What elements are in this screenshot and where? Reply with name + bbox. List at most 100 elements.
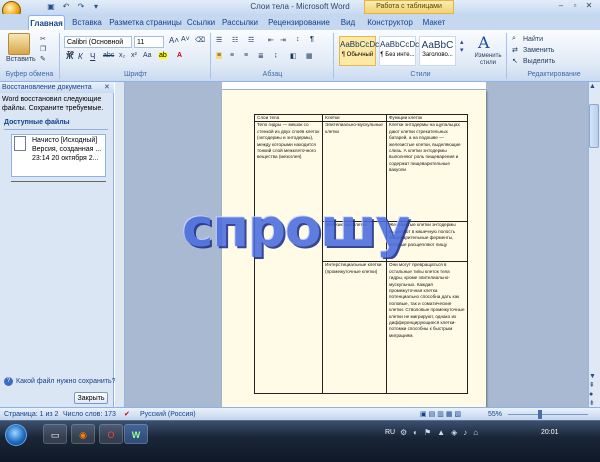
- scrollbar-thumb[interactable]: [589, 104, 599, 148]
- table-header-cell[interactable]: Функции клеток: [386, 113, 468, 123]
- replace-button[interactable]: Заменить: [523, 47, 554, 54]
- select-button[interactable]: Выделить: [523, 58, 555, 65]
- scroll-nav-icons[interactable]: ▼ ⇞ ● ⇟: [589, 372, 596, 408]
- multilevel-list-icon[interactable]: ☲: [248, 36, 254, 44]
- undo-icon[interactable]: ↶: [60, 1, 72, 12]
- grow-font-icon[interactable]: A˄: [169, 36, 179, 45]
- save-icon[interactable]: ▣: [45, 1, 57, 12]
- superscript-icon[interactable]: x²: [131, 52, 137, 59]
- cut-icon[interactable]: ✂: [40, 35, 46, 43]
- bold-icon[interactable]: Ж: [66, 52, 73, 61]
- help-link[interactable]: Какой файл нужно сохранить?: [16, 378, 115, 385]
- style-no-spacing-name: ¶ Без инте...: [380, 52, 415, 58]
- start-button[interactable]: [5, 424, 27, 446]
- line-spacing-icon[interactable]: ↨: [274, 52, 278, 59]
- justify-icon[interactable]: ≣: [258, 52, 264, 60]
- replace-icon[interactable]: ⇄: [512, 46, 518, 54]
- file-underline: [11, 181, 106, 182]
- recovery-close-button[interactable]: Закрыть: [74, 392, 108, 404]
- borders-icon[interactable]: ▦: [306, 52, 313, 60]
- tab-review[interactable]: Рецензирование: [263, 15, 335, 30]
- italic-icon[interactable]: К: [78, 52, 83, 61]
- files-divider: [4, 129, 108, 130]
- table-header-cell[interactable]: Клетки: [322, 113, 388, 123]
- align-center-icon[interactable]: ≡: [230, 52, 234, 59]
- shrink-font-icon[interactable]: A˅: [181, 36, 190, 43]
- taskbar-firefox-icon[interactable]: ◉: [71, 424, 95, 444]
- qat-dropdown-icon[interactable]: ▾: [90, 1, 102, 12]
- context-tab-label: Работа с таблицами: [364, 0, 454, 14]
- align-right-icon[interactable]: ≡: [244, 52, 248, 59]
- font-name-box[interactable]: Calibri (Основной те: [64, 36, 132, 57]
- status-bar: Страница: 1 из 2 Число слов: 173 ✔ Русск…: [0, 407, 600, 420]
- paragraph-group: ☰ ☷ ☲ ⇤ ⇥ ↕ ¶ ≡ ≡ ≡ ≣ ↨ ◧ ▦ Абзац: [212, 33, 334, 79]
- table-cell[interactable]: Они могут превращаться в остальные типы …: [386, 261, 468, 395]
- style-normal[interactable]: AaBbCcDc ¶ Обычный: [339, 36, 379, 66]
- scroll-up-icon[interactable]: ▲: [589, 83, 596, 90]
- redo-icon[interactable]: ↷: [75, 1, 87, 12]
- find-button[interactable]: Найти: [523, 36, 543, 43]
- copy-icon[interactable]: ❐: [40, 45, 46, 53]
- strikethrough-icon[interactable]: abc: [103, 52, 114, 59]
- close-window-button[interactable]: ✕: [583, 1, 595, 11]
- tab-insert[interactable]: Вставка: [68, 15, 106, 30]
- tab-home[interactable]: Главная: [28, 15, 65, 30]
- zoom-slider[interactable]: [508, 414, 588, 415]
- align-left-icon[interactable]: ≡: [216, 52, 223, 59]
- recovery-pane-title: Восстановление документа: [0, 82, 114, 93]
- minimize-button[interactable]: –: [555, 1, 567, 11]
- recovery-pane-close-icon[interactable]: ✕: [104, 83, 110, 91]
- underline-icon[interactable]: Ч: [90, 52, 95, 61]
- table-cell[interactable]: Интерстициальные клетки (промежуточные к…: [322, 261, 388, 395]
- subscript-icon[interactable]: x₂: [119, 52, 125, 59]
- decrease-indent-icon[interactable]: ⇤: [268, 36, 274, 44]
- zoom-slider-thumb[interactable]: [538, 410, 542, 419]
- increase-indent-icon[interactable]: ⇥: [280, 36, 286, 44]
- bullets-icon[interactable]: ☰: [216, 36, 222, 44]
- show-marks-icon[interactable]: ¶: [310, 36, 314, 43]
- taskbar-opera-icon[interactable]: O: [99, 424, 123, 444]
- horizontal-ruler: [222, 82, 486, 90]
- tab-layout[interactable]: Макет: [418, 15, 450, 30]
- font-size-box[interactable]: 11: [134, 36, 164, 48]
- style-heading[interactable]: AaBbC Заголово...: [419, 36, 456, 66]
- paste-icon[interactable]: [8, 33, 30, 55]
- taskbar-word-icon[interactable]: W: [124, 424, 148, 444]
- change-styles-icon[interactable]: A: [478, 33, 490, 52]
- word-document-icon: [14, 136, 26, 151]
- tab-references[interactable]: Ссылки: [185, 15, 217, 30]
- find-icon[interactable]: ⌕: [512, 35, 516, 43]
- maximize-button[interactable]: ▫: [569, 1, 581, 11]
- change-styles-button[interactable]: Изменить стили: [470, 53, 506, 67]
- clipboard-group-label: Буфер обмена: [5, 71, 54, 78]
- clipboard-group: Вставить ✂ ❐ ✎ Буфер обмена: [0, 33, 60, 79]
- shading-icon[interactable]: ◧: [290, 52, 297, 60]
- input-language[interactable]: RU: [385, 429, 395, 436]
- recovery-message: Word восстановил следующие файлы. Сохран…: [2, 96, 104, 112]
- quick-access-toolbar: ▣ ↶ ↷ ▾: [22, 1, 102, 13]
- change-case-icon[interactable]: Aa: [143, 52, 152, 59]
- paste-button[interactable]: Вставить: [6, 56, 36, 63]
- tab-mailings[interactable]: Рассылки: [219, 15, 261, 30]
- table-header-cell[interactable]: Слои тела: [253, 113, 324, 123]
- font-color-icon[interactable]: A: [177, 52, 182, 59]
- clear-format-icon[interactable]: ⌫: [195, 36, 205, 44]
- select-icon[interactable]: ↖: [512, 57, 518, 65]
- sort-icon[interactable]: ↕: [296, 36, 300, 43]
- font-group: Calibri (Основной те 11 A˄ A˅ ⌫ Ж К Ч ab…: [61, 33, 211, 79]
- tray-icons[interactable]: ⚙◐⚑▲◈♪⌂: [400, 428, 484, 437]
- taskbar-explorer-icon[interactable]: ▭: [43, 424, 67, 444]
- tab-page-layout[interactable]: Разметка страницы: [108, 15, 183, 30]
- styles-scroll-icon[interactable]: ▴ ▾: [460, 38, 464, 54]
- highlight-icon[interactable]: ab: [159, 52, 167, 59]
- watermark-logo: спрошу: [182, 198, 410, 259]
- styles-group-label: Стили: [410, 71, 431, 78]
- tab-design[interactable]: Конструктор: [365, 15, 415, 30]
- style-no-spacing[interactable]: AaBbCcDc ¶ Без инте...: [379, 36, 420, 66]
- tab-view[interactable]: Вид: [337, 15, 359, 30]
- file-name: Начисто [Исходный]: [32, 137, 98, 144]
- numbering-icon[interactable]: ☷: [232, 36, 238, 44]
- clock[interactable]: 20:01: [541, 429, 559, 436]
- format-painter-icon[interactable]: ✎: [40, 55, 46, 63]
- style-no-spacing-preview: AaBbCcDc: [380, 40, 420, 49]
